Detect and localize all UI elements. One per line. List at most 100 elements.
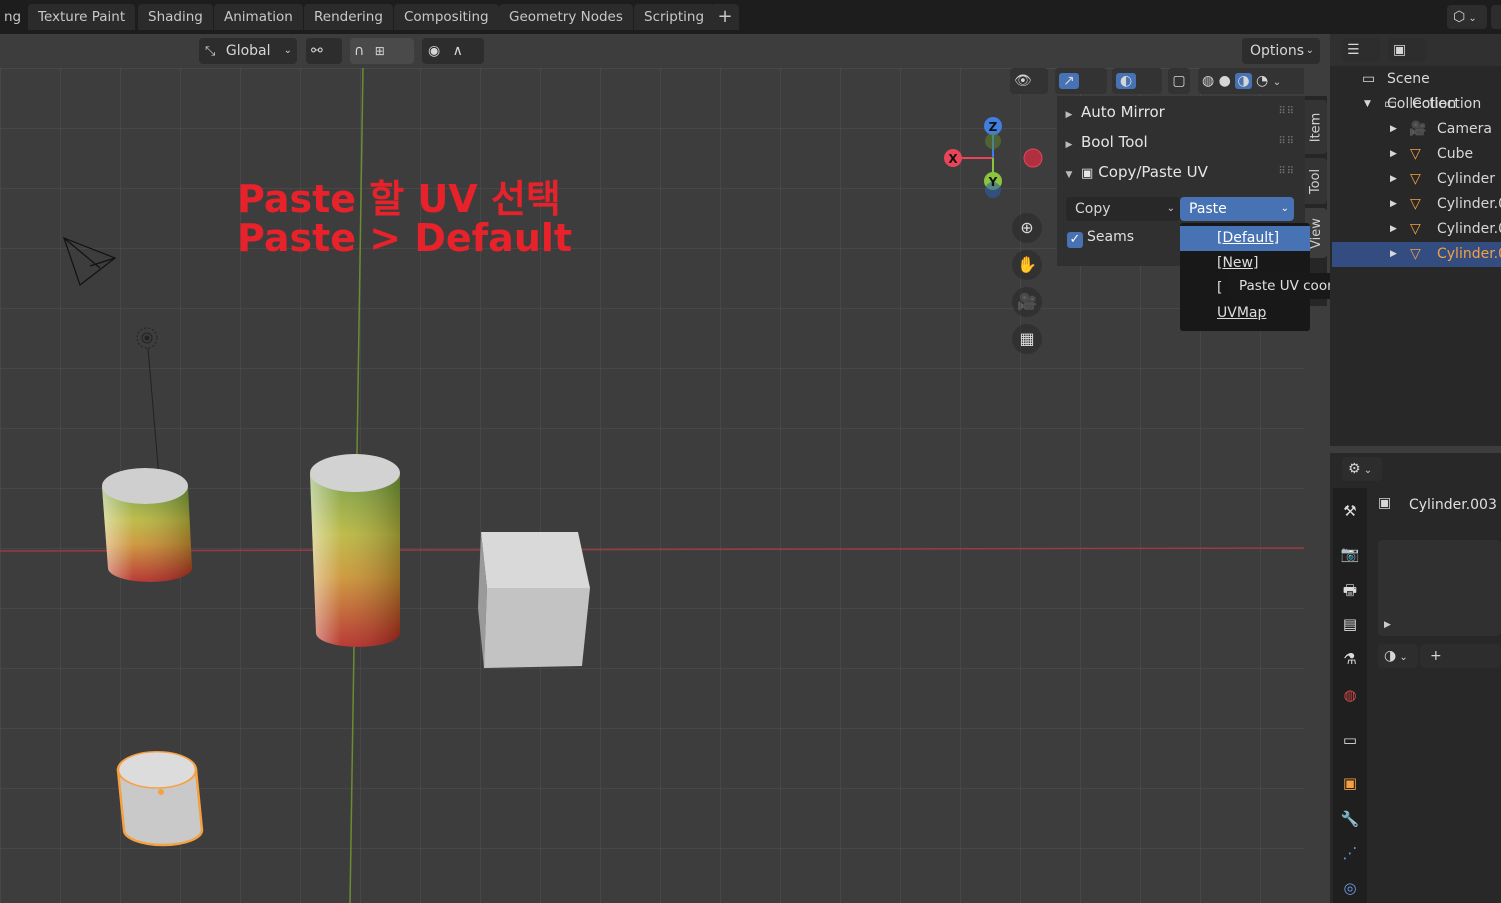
navigation-gizmo[interactable]: Z X Y [940,113,1050,203]
material-browse[interactable]: ◑ ⌄ [1378,644,1418,668]
paste-select[interactable]: Paste ⌄ [1180,197,1294,221]
panel-copy-paste-uv[interactable]: ▼ ▣ Copy/Paste UV ⠿⠿ [1057,157,1305,187]
chevron-down-icon: ⌄ [1166,203,1175,214]
outliner-row-camera[interactable]: ▶ 🎥 Camera [1332,117,1501,142]
tab-partial[interactable]: ng [0,4,24,30]
outliner-row-scene-collection[interactable]: ▭ Scene Collection [1332,67,1501,112]
perspective-grid-icon[interactable]: ▦ [1012,324,1042,354]
outliner-row-cylinder-002[interactable]: ▶ ▽ Cylinder.0 [1332,217,1501,242]
rendered-shading-icon[interactable]: ◔ [1256,73,1268,89]
plus-icon[interactable]: + [711,4,739,30]
drag-grip-icon[interactable]: ⠿⠿ [1278,97,1295,127]
chevron-down-icon[interactable]: ⌄ [1273,77,1281,88]
camera-object [63,236,117,286]
render-icon[interactable]: 📷 [1340,545,1360,565]
particles-icon[interactable]: ⋰ [1340,844,1360,864]
seams-checkbox[interactable]: ✓ [1067,232,1083,248]
output-icon[interactable]: 🖶 [1340,580,1360,600]
object-properties-icon[interactable]: ▣ [1340,774,1360,794]
camera-object-icon: 🎥 [1409,121,1427,137]
outliner-row-cylinder-003[interactable]: ▶ ▽ Cylinder.0 [1332,242,1501,267]
wireframe-shading-icon[interactable]: ◍ [1202,73,1214,89]
outliner-display-icon: ☰ [1347,42,1360,58]
outliner-header: ☰ ▣ [1330,34,1501,66]
filter-icon: ▣ [1393,42,1407,58]
display-mode-select[interactable]: ☰ [1342,38,1380,62]
tool-settings-icon[interactable]: ⚒ [1340,502,1360,522]
row-label: Cylinder.0 [1437,246,1501,262]
tab-tool[interactable]: Tool [1305,158,1327,204]
menu-item-default[interactable]: [Default] [1180,226,1310,251]
outliner-row-cylinder-001[interactable]: ▶ ▽ Cylinder.0 [1332,192,1501,217]
collapsed-triangle-icon: ▶ [1065,110,1073,120]
options-button[interactable]: Options ⌄ [1242,38,1320,64]
drag-grip-icon[interactable]: ⠿⠿ [1278,127,1295,157]
xray-toggle[interactable]: ▢ [1168,68,1190,94]
filter-select[interactable]: ▣ [1388,38,1426,62]
collapsed-triangle-icon: ▶ [1390,149,1397,159]
mesh-object-icon: ▽ [1410,246,1421,262]
scene-icon[interactable]: ⚗ [1340,650,1360,670]
copy-select-label: Copy [1075,201,1111,217]
visibility-select[interactable]: 👁 [1010,68,1048,94]
drag-grip-icon[interactable]: ⠿⠿ [1278,157,1295,187]
solid-shading-icon[interactable]: ● [1219,73,1231,89]
pan-hand-icon[interactable]: ✋ [1012,250,1042,280]
scene-selector[interactable]: ⬡ ⌄ [1447,5,1487,29]
tab-animation[interactable]: Animation [214,4,303,30]
expand-triangle-icon[interactable]: ▶ [1384,620,1391,630]
scene-name-field[interactable] [1491,5,1501,29]
x-axis-line [0,547,1304,552]
view-layer-icon[interactable]: ▤ [1340,615,1360,635]
row-label: Cylinder.0 [1437,221,1501,237]
annotation-line-1: Paste 할 UV 선택 [237,177,561,221]
row-label: Cylinder.0 [1437,196,1501,212]
magnet-icon: ∩ [354,43,365,59]
cylinder-uv-tall [310,454,400,647]
snap-toggle[interactable]: ∩ ⊞ [350,38,414,64]
row-label: Camera [1437,121,1492,137]
world-icon[interactable]: ◍ [1340,686,1360,706]
outliner-row-collection[interactable]: ▼ ▭ Collection [1332,92,1501,117]
camera-view-icon[interactable]: 🎥 [1012,287,1042,317]
menu-item-uvmap[interactable]: UVMap [1180,301,1310,326]
material-slot-list[interactable]: ▶ [1378,540,1501,636]
panel-auto-mirror[interactable]: ▶ Auto Mirror ⠿⠿ [1057,97,1305,127]
tab-item[interactable]: Item [1305,100,1327,154]
collapsed-triangle-icon: ▶ [1390,174,1397,184]
modifier-wrench-icon[interactable]: 🔧 [1340,810,1360,830]
scene-icon: ⬡ [1453,9,1466,25]
panel-bool-tool[interactable]: ▶ Bool Tool ⠿⠿ [1057,127,1305,157]
collection-icon[interactable]: ▭ [1340,731,1360,751]
tab-rendering[interactable]: Rendering [304,4,393,30]
outliner-row-cylinder[interactable]: ▶ ▽ Cylinder [1332,167,1501,192]
tab-texture-paint[interactable]: Texture Paint [28,4,136,30]
orientation-label: Global [225,43,271,59]
overlay-toggle[interactable]: ◐ [1112,68,1162,94]
proportional-edit[interactable]: ◉ ∧ [422,38,484,64]
seams-label: Seams [1087,229,1135,245]
physics-icon[interactable]: ◎ [1340,879,1360,899]
tab-shading[interactable]: Shading [138,4,213,30]
xray-icon: ▢ [1172,73,1186,89]
transform-orientation-select[interactable]: ⤡ Global ⌄ [199,38,297,64]
material-shading-icon[interactable]: ◑ [1235,73,1252,89]
cylinder-uv-small [102,468,192,582]
tab-compositing[interactable]: Compositing [394,4,499,30]
copy-select[interactable]: Copy ⌄ [1066,197,1180,221]
paste-select-label: Paste [1189,201,1227,217]
outliner-row-cube[interactable]: ▶ ▽ Cube [1332,142,1501,167]
overlay-icon: ◐ [1116,73,1137,89]
pivot-select[interactable]: ⚯ [306,38,342,64]
tab-scripting[interactable]: Scripting [634,4,715,30]
gizmo-z-label: Z [989,120,998,134]
gizmo-x-label: X [948,152,958,166]
annotation-line-2: Paste > Default [237,216,573,260]
shading-modes[interactable]: ◍ ● ◑ ◔ ⌄ [1198,68,1304,94]
zoom-icon[interactable]: ⊕ [1012,213,1042,243]
properties-editor-icon: ⚙ [1348,461,1361,477]
editor-type-select[interactable]: ⚙ ⌄ [1342,457,1382,481]
tab-geometry-nodes[interactable]: Geometry Nodes [499,4,633,30]
gizmo-toggle[interactable]: ↗ [1055,68,1107,94]
new-material-button[interactable]: + [1420,644,1501,668]
